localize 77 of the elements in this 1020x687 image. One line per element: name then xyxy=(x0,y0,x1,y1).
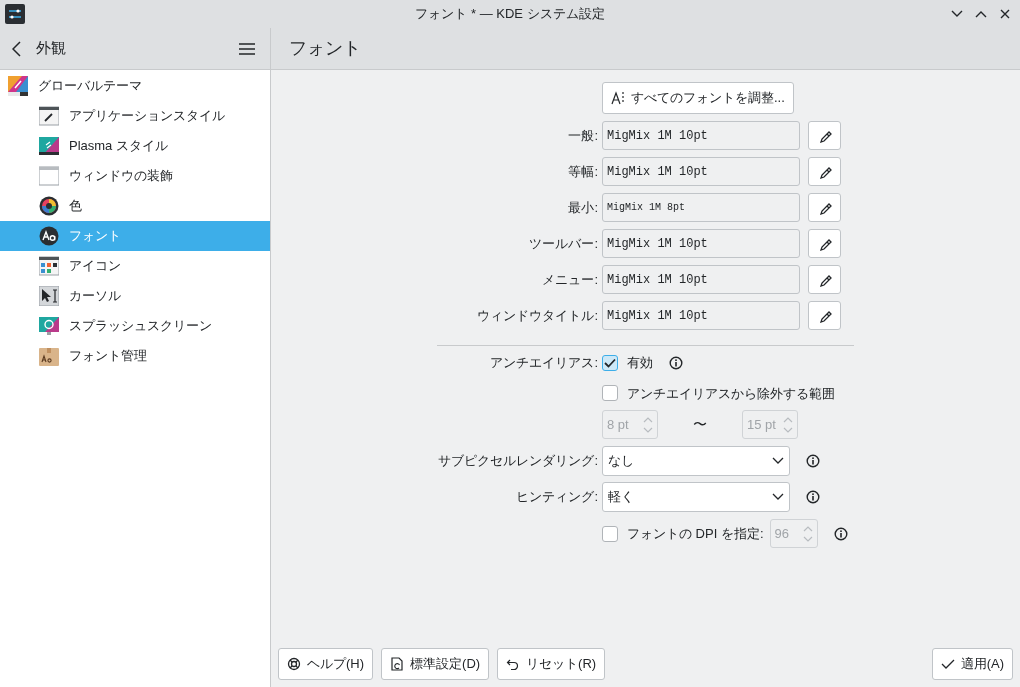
sidebar-item[interactable]: フォント管理 xyxy=(0,341,270,371)
sidebar-item[interactable]: カーソル xyxy=(0,281,270,311)
page-title: フォント xyxy=(289,37,361,60)
palette-icon xyxy=(8,76,28,96)
sidebar-item[interactable]: グローバルテーマ xyxy=(0,71,270,101)
sidebar-item[interactable]: アイコン xyxy=(0,251,270,281)
color-wheel-icon xyxy=(39,196,59,216)
dropdown[interactable]: 軽く xyxy=(602,482,790,512)
dropdown[interactable]: なし xyxy=(602,446,790,476)
field-label: 等幅: xyxy=(568,162,598,181)
footer-button[interactable]: ヘルプ(H) xyxy=(278,648,374,680)
apply-button[interactable]: 適用(A) xyxy=(931,648,1013,680)
sidebar-item[interactable]: スプラッシュスクリーン xyxy=(0,311,270,341)
choose-font-button[interactable] xyxy=(808,193,841,222)
document-icon xyxy=(390,657,405,671)
font-preview: MigMix 1M 10pt xyxy=(602,265,800,294)
window-brush-icon xyxy=(39,106,59,126)
checkbox-label: 有効 xyxy=(627,354,653,372)
choose-font-button[interactable] xyxy=(808,229,841,258)
font-preview: MigMix 1M 10pt xyxy=(602,301,800,330)
font-preview: MigMix 1M 10pt xyxy=(602,157,800,186)
field-label: ウィンドウタイトル: xyxy=(477,306,598,325)
choose-font-button[interactable] xyxy=(808,265,841,294)
field-label: 最小: xyxy=(568,198,598,217)
checkbox[interactable] xyxy=(602,354,618,371)
plasma-icon xyxy=(39,136,59,156)
sidebar-item[interactable]: 色 xyxy=(0,191,270,221)
adjust-all-fonts-button[interactable]: すべてのフォントを調整... xyxy=(602,82,794,114)
info-icon xyxy=(806,454,820,468)
info-icon xyxy=(833,526,848,541)
check-icon xyxy=(940,657,955,671)
field-label: サブピクセルレンダリング: xyxy=(438,452,598,471)
sidebar-item[interactable]: ウィンドウの装飾 xyxy=(0,161,270,191)
screen-icon xyxy=(39,316,59,336)
font-size-icon xyxy=(611,91,625,105)
field-label: アンチエイリアス: xyxy=(490,354,598,372)
range-separator: 〜 xyxy=(692,415,708,434)
font-icon xyxy=(39,226,59,246)
checkbox[interactable] xyxy=(602,525,618,542)
info-icon xyxy=(806,490,820,504)
back-icon xyxy=(12,40,21,57)
check-icon xyxy=(604,357,616,368)
minimize-icon xyxy=(951,10,963,18)
chevron-down-icon xyxy=(772,457,784,465)
font-box-icon xyxy=(39,346,59,366)
window-frame-icon xyxy=(39,166,59,186)
font-preview: MigMix 1M 10pt xyxy=(602,121,800,150)
field-label: 一般: xyxy=(568,126,598,145)
footer-button[interactable]: リセット(R) xyxy=(497,648,606,680)
choose-font-button[interactable] xyxy=(808,121,841,150)
info-icon xyxy=(669,355,683,370)
menu-icon xyxy=(239,42,255,55)
cursor-icon xyxy=(39,286,59,306)
field-label: メニュー: xyxy=(542,270,598,289)
sidebar-item[interactable]: アプリケーションスタイル xyxy=(0,101,270,131)
maximize-icon xyxy=(975,10,987,18)
close-icon xyxy=(1000,9,1010,19)
undo-icon xyxy=(506,657,521,671)
app-icon xyxy=(5,4,25,24)
choose-font-button[interactable] xyxy=(808,157,841,186)
checkbox-label: フォントの DPI を指定: xyxy=(627,524,764,543)
checkbox[interactable] xyxy=(602,385,618,402)
sidebar-item[interactable]: Plasma スタイル xyxy=(0,131,270,161)
window-title: フォント * — KDE システム設定 xyxy=(415,5,605,24)
footer-button[interactable]: 標準設定(D) xyxy=(381,648,490,680)
field-label: ツールバー: xyxy=(529,234,598,253)
lifebuoy-icon xyxy=(287,657,301,671)
menu-button[interactable] xyxy=(239,40,257,57)
field-label: ヒンティング: xyxy=(516,488,598,507)
sidebar-title: 外観 xyxy=(36,38,66,59)
close-button[interactable] xyxy=(998,7,1012,21)
icon-grid-icon xyxy=(39,256,59,276)
checkbox-label: アンチエイリアスから除外する範囲 xyxy=(627,384,835,403)
chevron-down-icon xyxy=(772,493,784,501)
font-preview: MigMix 1M 8pt xyxy=(602,193,800,222)
choose-font-button[interactable] xyxy=(808,301,841,330)
font-preview: MigMix 1M 10pt xyxy=(602,229,800,258)
